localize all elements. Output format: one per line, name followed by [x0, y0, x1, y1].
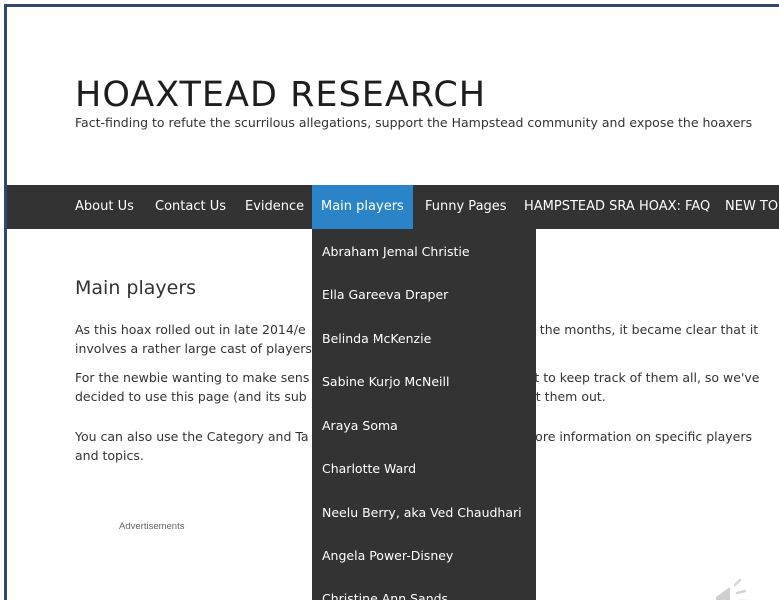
dropdown-item-araya-soma[interactable]: Araya Soma — [322, 416, 398, 436]
paragraph-category-line-1-right: more information on specific players — [523, 429, 753, 444]
nav-item-main-players[interactable]: Main players — [312, 185, 413, 235]
dropdown-item-christine-ann-sands[interactable]: Christine Ann Sands — [322, 589, 448, 600]
main-players-dropdown: Abraham Jemal Christie Ella Gareeva Drap… — [312, 229, 536, 600]
page-title: Main players — [75, 277, 197, 299]
dropdown-item-neelu-berry[interactable]: Neelu Berry, aka Ved Chaudhari — [322, 503, 522, 523]
nav-item-main-players-label: Main players — [321, 199, 404, 214]
dropdown-item-abraham-jemal-christie[interactable]: Abraham Jemal Christie — [322, 242, 470, 262]
dropdown-item-charlotte-ward[interactable]: Charlotte Ward — [322, 459, 416, 479]
nav-item-contact-us[interactable]: Contact Us — [155, 185, 226, 229]
dropdown-item-sabine-kurjo-mcneill[interactable]: Sabine Kurjo McNeill — [322, 372, 449, 392]
dropdown-item-ella-gareeva-draper[interactable]: Ella Gareeva Draper — [322, 285, 448, 305]
site-title[interactable]: HOAXTEAD RESEARCH — [75, 75, 486, 115]
dropdown-item-belinda-mckenzie[interactable]: Belinda McKenzie — [322, 329, 431, 349]
nav-item-hampstead-sra-hoax-faq[interactable]: HAMPSTEAD SRA HOAX: FAQ — [524, 185, 710, 229]
nav-item-funny-pages[interactable]: Funny Pages — [425, 185, 507, 229]
nav-item-new-to[interactable]: NEW TO — [725, 185, 778, 229]
dropdown-item-angela-power-disney[interactable]: Angela Power-Disney — [322, 546, 453, 566]
browser-frame: HOAXTEAD RESEARCH Fact-finding to refute… — [4, 4, 779, 600]
site-header: HOAXTEAD RESEARCH Fact-finding to refute… — [7, 7, 779, 185]
nav-item-evidence[interactable]: Evidence — [245, 185, 304, 229]
paragraph-intro-line-1-right: er the months, it became clear that it — [523, 322, 759, 337]
site-tagline: Fact-finding to refute the scurrilous al… — [75, 115, 753, 130]
main-navigation: About Us Contact Us Evidence Main player… — [7, 185, 779, 235]
paragraph-newbie-line-1-right: ult to keep track of them all, so we've — [523, 370, 760, 385]
nav-item-about-us[interactable]: About Us — [75, 185, 134, 229]
advertisements-label: Advertisements — [119, 521, 185, 532]
speaker-icon[interactable] — [710, 567, 750, 600]
